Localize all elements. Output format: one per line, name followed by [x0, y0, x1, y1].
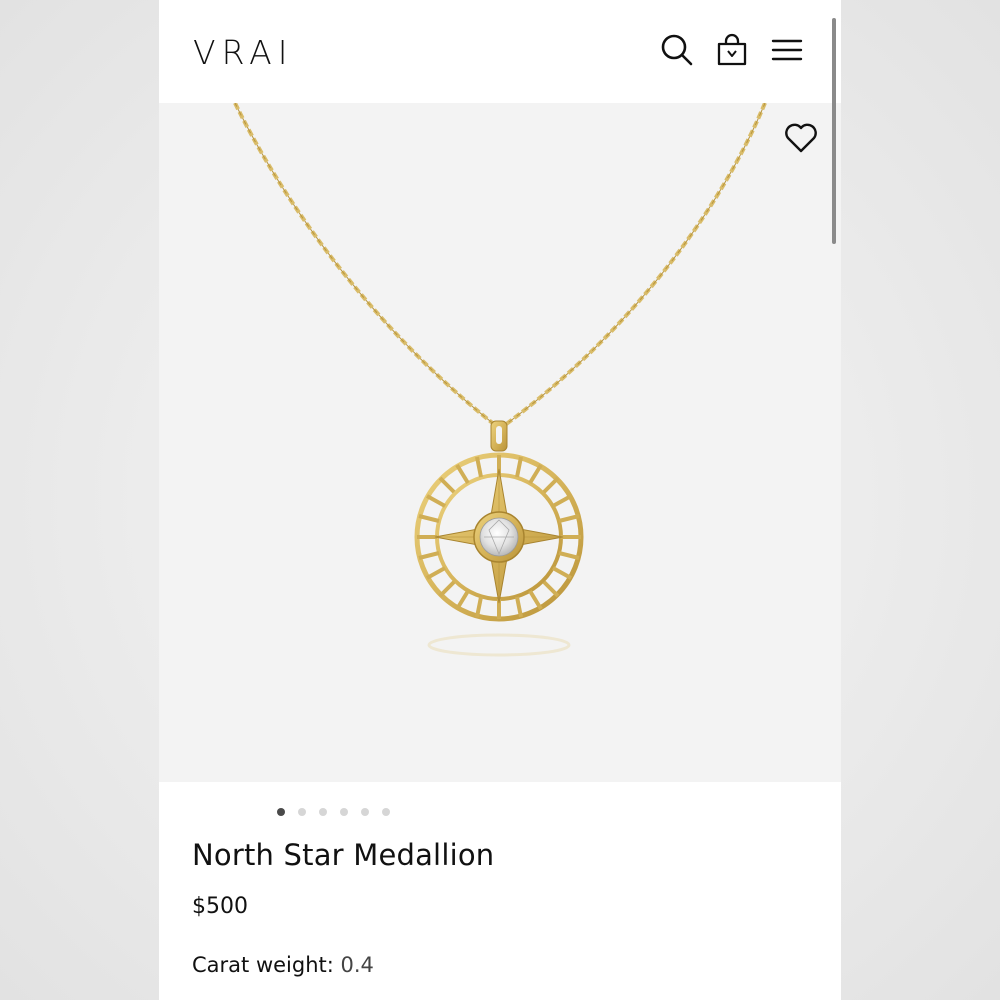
pagination-dot-5[interactable] — [361, 808, 369, 816]
scrollbar[interactable] — [832, 18, 836, 244]
menu-icon[interactable] — [769, 32, 805, 68]
gallery-pagination — [277, 805, 390, 819]
product-title: North Star Medallion — [192, 838, 495, 872]
pagination-dot-6[interactable] — [382, 808, 390, 816]
brand-logo[interactable]: VRAI — [193, 33, 293, 72]
search-icon[interactable] — [659, 32, 695, 68]
pagination-dot-4[interactable] — [340, 808, 348, 816]
carat-weight: Carat weight: 0.4 — [192, 953, 374, 977]
pagination-dot-1[interactable] — [277, 808, 285, 816]
carat-weight-value: 0.4 — [340, 953, 374, 977]
heart-icon[interactable] — [783, 120, 819, 156]
carat-weight-label: Carat weight: — [192, 953, 334, 977]
mobile-page: VRAI North Star Medallion $500 Carat wei… — [159, 0, 841, 1000]
product-image — [233, 103, 767, 657]
pagination-dot-2[interactable] — [298, 808, 306, 816]
site-header: VRAI — [159, 0, 841, 103]
product-price: $500 — [192, 894, 248, 919]
shopping-bag-icon[interactable] — [714, 32, 750, 68]
product-image-gallery[interactable] — [159, 103, 841, 782]
pagination-dot-3[interactable] — [319, 808, 327, 816]
